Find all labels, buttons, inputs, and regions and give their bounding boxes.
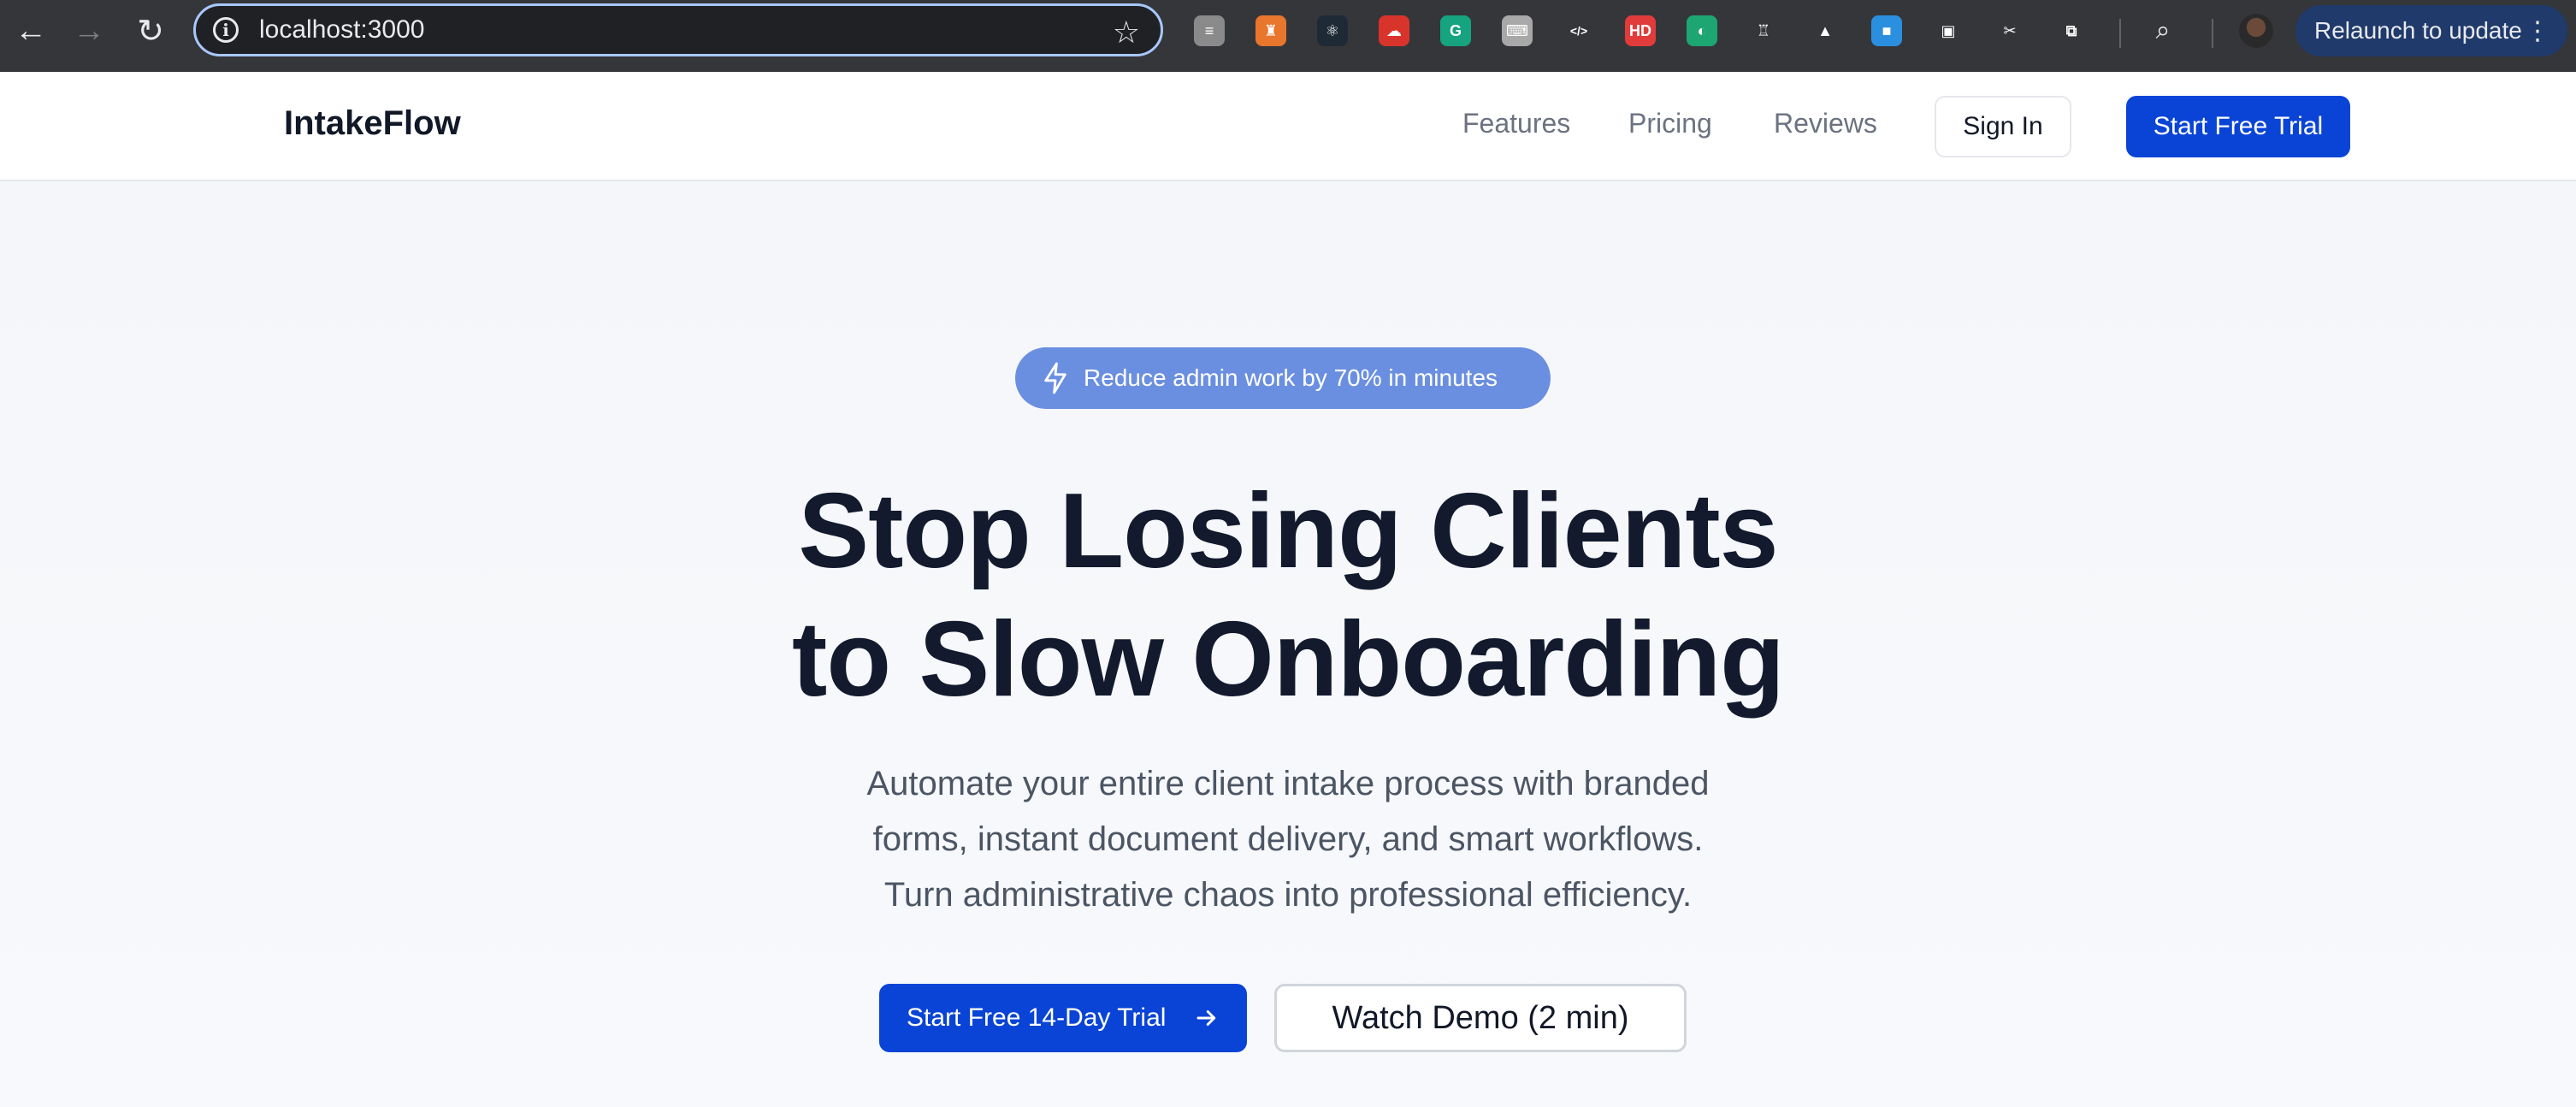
nav-link-pricing[interactable]: Pricing bbox=[1628, 108, 1712, 139]
site-info-icon[interactable]: i bbox=[213, 17, 239, 43]
browser-toolbar: ← → ↻ i localhost:3000 ☆ ≡ ♜ ⚛ ☁ G ⌨ </> HD ◐ ♖ ▲ ■… bbox=[0, 0, 2576, 72]
reload-button[interactable]: ↻ bbox=[120, 0, 181, 62]
hero-headline: Stop Losing Clients to Slow Onboarding bbox=[0, 467, 2576, 724]
arrow-right-icon bbox=[1196, 1010, 1216, 1026]
relaunch-label: Relaunch to update bbox=[2314, 17, 2522, 44]
screen-extension-icon[interactable]: ▣ bbox=[1933, 15, 1964, 46]
google-drive-icon[interactable]: ▲ bbox=[1810, 15, 1840, 46]
lightning-bolt-icon bbox=[1044, 362, 1066, 394]
react-devtools-icon[interactable]: ⚛ bbox=[1317, 15, 1348, 46]
nav-link-features[interactable]: Features bbox=[1462, 108, 1570, 139]
address-bar[interactable]: i localhost:3000 ☆ bbox=[193, 3, 1163, 56]
hero-badge-text: Reduce admin work by 70% in minutes bbox=[1084, 364, 1498, 391]
bow-extension-icon[interactable]: ✂ bbox=[1994, 15, 2025, 46]
reload-icon: ↻ bbox=[137, 13, 164, 50]
hero-section: Reduce admin work by 70% in minutes Stop… bbox=[0, 181, 2576, 1107]
keyboard-extension-icon[interactable]: ⌨ bbox=[1502, 15, 1533, 46]
bookmark-star-icon[interactable]: ☆ bbox=[1113, 15, 1140, 50]
tab-search-icon[interactable]: ⌕ bbox=[2145, 14, 2181, 48]
tools-extension-icon[interactable]: ♖ bbox=[1748, 15, 1779, 46]
sign-in-button[interactable]: Sign In bbox=[1935, 96, 2071, 157]
hero-subtext: Automate your entire client intake proce… bbox=[0, 756, 2576, 923]
url-text[interactable]: localhost:3000 bbox=[259, 15, 424, 44]
profile-avatar[interactable] bbox=[2239, 14, 2273, 48]
more-vert-icon[interactable]: ⋮ bbox=[2525, 16, 2550, 46]
start-14-day-trial-button[interactable]: Start Free 14-Day Trial bbox=[879, 984, 1247, 1052]
hero-subtext-line-1: Automate your entire client intake proce… bbox=[866, 765, 1710, 802]
start-free-trial-button[interactable]: Start Free Trial bbox=[2126, 96, 2350, 157]
extensions-bar: ≡ ♜ ⚛ ☁ G ⌨ </> HD ◐ ♖ ▲ ■ ▣ ✂ ⧉ bbox=[1194, 12, 2118, 50]
hero-headline-line-2: to Slow Onboarding bbox=[792, 601, 1785, 719]
hero-subtext-line-2: forms, instant document delivery, and sm… bbox=[872, 820, 1704, 858]
start-14-day-trial-label: Start Free 14-Day Trial bbox=[907, 1003, 1167, 1032]
hd-extension-icon[interactable]: HD bbox=[1625, 15, 1656, 46]
sketch-extension-icon[interactable]: ≡ bbox=[1194, 15, 1225, 46]
relaunch-button[interactable]: Relaunch to update ⋮ bbox=[2295, 5, 2567, 56]
hero-headline-line-1: Stop Losing Clients bbox=[798, 472, 1778, 590]
watch-demo-button[interactable]: Watch Demo (2 min) bbox=[1274, 984, 1687, 1052]
pocket-hero-extension-icon[interactable]: ♜ bbox=[1256, 15, 1286, 46]
puzzle-extensions-icon[interactable]: ⧉ bbox=[2056, 15, 2087, 46]
nav-link-reviews[interactable]: Reviews bbox=[1774, 108, 1877, 139]
grammarly-icon[interactable]: G bbox=[1440, 15, 1471, 46]
mind-extension-icon[interactable]: ☁ bbox=[1379, 15, 1409, 46]
site-logo[interactable]: IntakeFlow bbox=[284, 104, 461, 143]
back-button[interactable]: ← bbox=[0, 0, 62, 62]
site-header: IntakeFlow Features Pricing Reviews Sign… bbox=[0, 72, 2576, 181]
dashboard-extension-icon[interactable]: ◐ bbox=[1687, 15, 1717, 46]
toolbar-divider bbox=[2212, 19, 2213, 48]
toolbar-divider bbox=[2119, 19, 2121, 48]
code-extension-icon[interactable]: </> bbox=[1563, 15, 1594, 46]
arrow-right-icon: → bbox=[73, 12, 105, 49]
forward-button[interactable]: → bbox=[58, 0, 120, 62]
hero-subtext-line-3: Turn administrative chaos into professio… bbox=[883, 876, 1693, 914]
toolbox-extension-icon[interactable]: ■ bbox=[1871, 15, 1902, 46]
hero-badge: Reduce admin work by 70% in minutes bbox=[1015, 347, 1551, 409]
arrow-left-icon: ← bbox=[15, 12, 47, 49]
